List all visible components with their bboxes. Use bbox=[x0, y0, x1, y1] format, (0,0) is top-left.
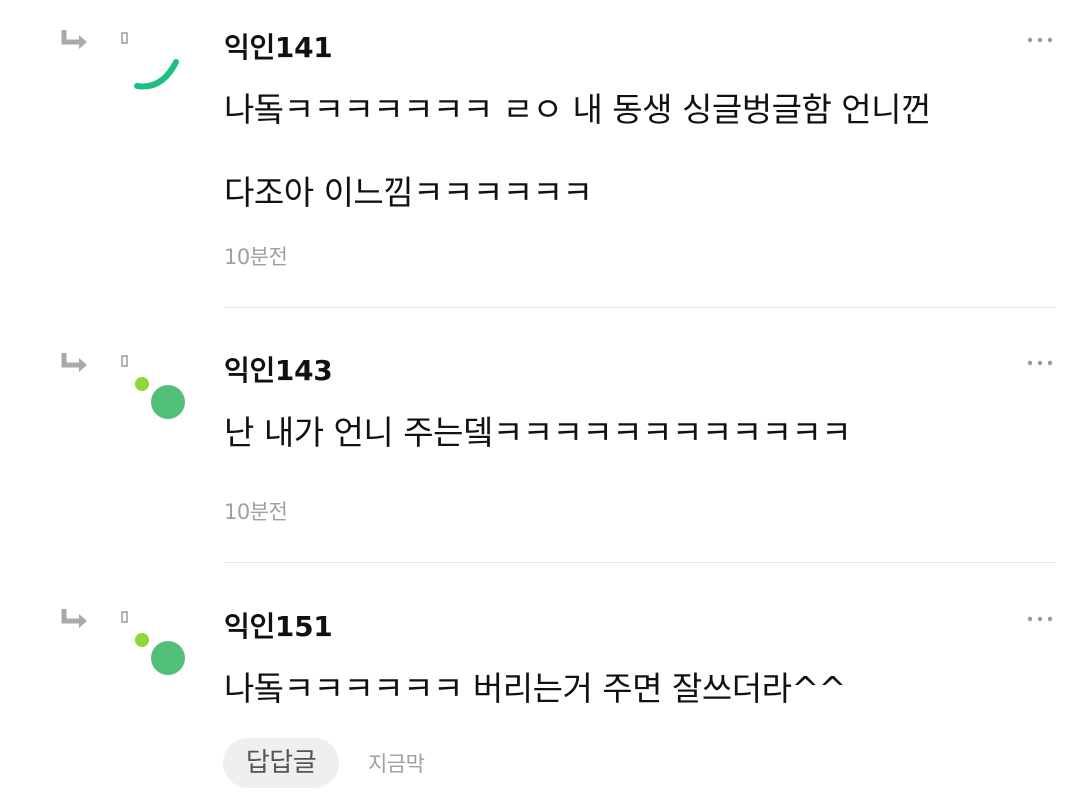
more-horizontal-icon[interactable] bbox=[1025, 357, 1055, 369]
divider bbox=[224, 307, 1055, 308]
reply-arrow-icon bbox=[61, 353, 87, 372]
comment-time: 10분전 bbox=[224, 500, 288, 524]
comment-item: 익인143 난 내가 언니 주는뎈ㅋㅋㅋㅋㅋㅋㅋㅋㅋㅋㅋㅋ 10분전 bbox=[0, 323, 1080, 563]
comment-time: 지금막 bbox=[368, 752, 425, 776]
comment-item: 익인141 나돜ㅋㅋㅋㅋㅋㅋㅋ ㄹㅇ 내 동생 싱글벙글함 언니껀 다조아 이느… bbox=[0, 0, 1080, 308]
comment-author[interactable]: 익인151 bbox=[224, 605, 333, 645]
comment-time: 10분전 bbox=[224, 245, 288, 269]
more-horizontal-icon[interactable] bbox=[1025, 613, 1055, 625]
divider bbox=[224, 562, 1055, 563]
comment-body: 나돜ㅋㅋㅋㅋㅋㅋㅋ ㄹㅇ 내 동생 싱글벙글함 언니껀 다조아 이느낌ㅋㅋㅋㅋㅋ… bbox=[224, 68, 1054, 234]
comment-author[interactable]: 익인143 bbox=[224, 349, 333, 389]
comment-author[interactable]: 익인141 bbox=[224, 26, 333, 66]
comment-body: 나돜ㅋㅋㅋㅋㅋㅋ 버리는거 주면 잘쓰더라^^ bbox=[224, 647, 1054, 730]
reply-arrow-icon bbox=[61, 30, 87, 49]
comment-body: 난 내가 언니 주는뎈ㅋㅋㅋㅋㅋㅋㅋㅋㅋㅋㅋㅋ bbox=[224, 391, 1054, 474]
comment-item: 익인151 나돜ㅋㅋㅋㅋㅋㅋ 버리는거 주면 잘쓰더라^^ bbox=[0, 579, 1080, 811]
reply-button[interactable]: 답답글 bbox=[223, 738, 339, 788]
avatar bbox=[134, 59, 179, 90]
comment-line: 난 내가 언니 주는뎈ㅋㅋㅋㅋㅋㅋㅋㅋㅋㅋㅋㅋ bbox=[224, 413, 852, 452]
comment-line: 나돜ㅋㅋㅋㅋㅋㅋㅋ ㄹㅇ 내 동생 싱글벙글함 언니껀 bbox=[224, 90, 931, 129]
avatar bbox=[135, 633, 185, 675]
comment-line: 다조아 이느낌ㅋㅋㅋㅋㅋㅋ bbox=[224, 173, 593, 212]
comment-line: 나돜ㅋㅋㅋㅋㅋㅋ 버리는거 주면 잘쓰더라^^ bbox=[224, 669, 846, 708]
more-horizontal-icon[interactable] bbox=[1025, 34, 1055, 46]
reply-arrow-icon bbox=[61, 609, 87, 628]
avatar bbox=[135, 377, 185, 419]
